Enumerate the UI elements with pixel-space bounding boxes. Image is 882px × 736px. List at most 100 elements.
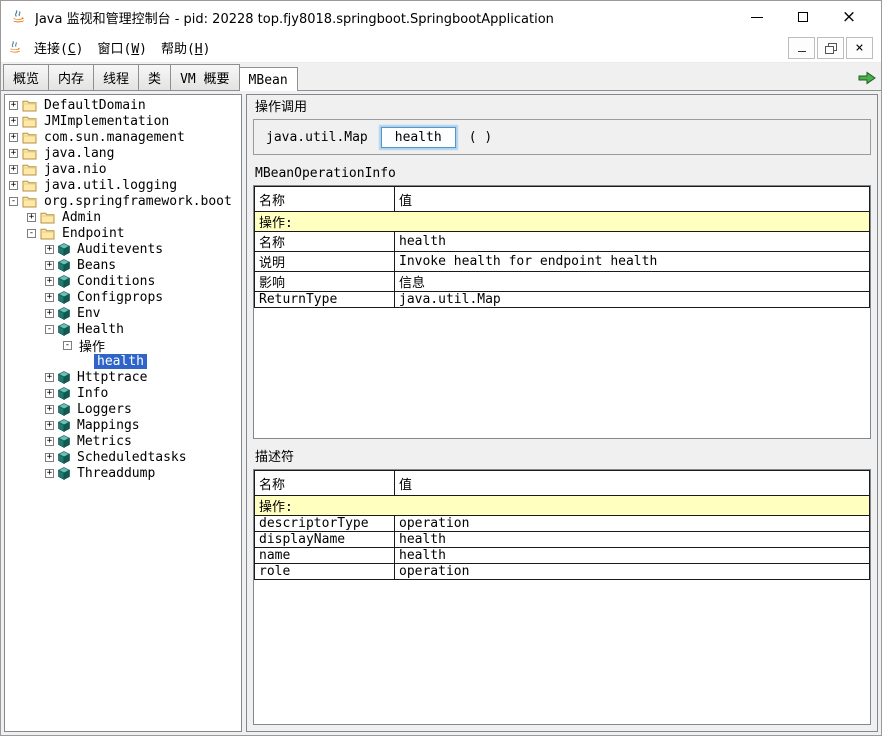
expand-icon[interactable]: + xyxy=(45,389,54,398)
expand-icon[interactable]: + xyxy=(9,133,18,142)
maximize-button[interactable] xyxy=(780,2,826,32)
tree-node-label: java.util.logging xyxy=(41,178,180,193)
attribute-name-cell[interactable]: 影响 xyxy=(255,272,395,292)
expand-icon[interactable]: + xyxy=(9,165,18,174)
tree-node-metrics[interactable]: +Metrics xyxy=(5,433,241,449)
connection-status-icon xyxy=(857,71,877,85)
tab-vm-summary[interactable]: VM 概要 xyxy=(170,64,239,90)
mbean-icon xyxy=(58,307,70,320)
expand-icon[interactable]: + xyxy=(9,117,18,126)
java-icon xyxy=(10,9,27,26)
collapse-icon[interactable]: - xyxy=(63,341,72,350)
tree-node-loggers[interactable]: +Loggers xyxy=(5,401,241,417)
table-row: 说明Invoke health for endpoint health xyxy=(255,252,870,272)
tree-node-jmimplementation[interactable]: +JMImplementation xyxy=(5,113,241,129)
group-row-label[interactable]: 操作: xyxy=(255,496,870,516)
menu-item-window[interactable]: 窗口(W) xyxy=(90,35,153,60)
table-row: descriptorTypeoperation xyxy=(255,516,870,532)
expand-icon[interactable]: + xyxy=(45,373,54,382)
tree-node-auditevents[interactable]: +Auditevents xyxy=(5,241,241,257)
tree-node-scheduledtasks[interactable]: +Scheduledtasks xyxy=(5,449,241,465)
collapse-icon[interactable]: - xyxy=(9,197,18,206)
expand-icon[interactable]: + xyxy=(45,277,54,286)
attribute-name-cell[interactable]: role xyxy=(255,564,395,580)
expand-icon[interactable]: + xyxy=(45,405,54,414)
table-row: namehealth xyxy=(255,548,870,564)
tree-node-org-springframework-boot[interactable]: -org.springframework.boot xyxy=(5,193,241,209)
frame-minimize-button[interactable] xyxy=(788,37,815,59)
close-button[interactable]: × xyxy=(826,2,872,32)
attribute-name-cell[interactable]: 名称 xyxy=(255,232,395,252)
tree-node-health[interactable]: -Health xyxy=(5,321,241,337)
expand-icon[interactable]: + xyxy=(45,245,54,254)
attribute-value-cell[interactable]: operation xyxy=(395,564,870,580)
tree-node-admin[interactable]: +Admin xyxy=(5,209,241,225)
tree-node-mappings[interactable]: +Mappings xyxy=(5,417,241,433)
expand-icon[interactable]: + xyxy=(45,421,54,430)
tree-node-com-sun-management[interactable]: + com.sun.management xyxy=(5,129,241,145)
expand-icon[interactable]: + xyxy=(45,437,54,446)
expand-icon[interactable]: + xyxy=(45,309,54,318)
attribute-name-cell[interactable]: descriptorType xyxy=(255,516,395,532)
expand-icon[interactable]: + xyxy=(27,213,36,222)
menu-items: 连接(C)窗口(W)帮助(H) xyxy=(27,35,217,60)
tree-node-java-nio[interactable]: +java.nio xyxy=(5,161,241,177)
tree-node-env[interactable]: +Env xyxy=(5,305,241,321)
attribute-value-cell[interactable]: 信息 xyxy=(395,272,870,292)
expand-icon[interactable]: + xyxy=(45,469,54,478)
attribute-value-cell[interactable]: health xyxy=(395,532,870,548)
tree-node-java-util-logging[interactable]: + java.util.logging xyxy=(5,177,241,193)
maximize-icon xyxy=(798,12,808,22)
tree-node-endpoint[interactable]: -Endpoint xyxy=(5,225,241,241)
close-icon: × xyxy=(842,9,856,26)
tree-node-configprops[interactable]: +Configprops xyxy=(5,289,241,305)
expand-icon[interactable]: + xyxy=(9,181,18,190)
tree-node-beans[interactable]: + Beans xyxy=(5,257,241,273)
tab-memory[interactable]: 内存 xyxy=(48,64,94,90)
menu-item-help[interactable]: 帮助(H) xyxy=(154,35,217,60)
expand-icon[interactable]: + xyxy=(45,453,54,462)
invoke-health-button[interactable]: health xyxy=(381,127,456,148)
minimize-button[interactable] xyxy=(734,2,780,32)
window-title: Java 监视和管理控制台 - pid: 20228 top.fjy8018.s… xyxy=(35,8,554,27)
frame-close-button[interactable]: × xyxy=(846,37,873,59)
frame-minimize-icon xyxy=(798,51,806,52)
tree-node-conditions[interactable]: +Conditions xyxy=(5,273,241,289)
tree-node-operations[interactable]: -操作 xyxy=(5,337,241,353)
collapse-icon[interactable]: - xyxy=(27,229,36,238)
attribute-value-cell[interactable]: Invoke health for endpoint health xyxy=(395,252,870,272)
attribute-value-cell[interactable]: operation xyxy=(395,516,870,532)
attribute-name-cell[interactable]: ReturnType xyxy=(255,292,395,308)
tree-node-label: com.sun.management xyxy=(41,130,188,145)
tab-mbeans[interactable]: MBean xyxy=(239,67,298,91)
tree-node-java-lang[interactable]: +java.lang xyxy=(5,145,241,161)
tree-node-health-operation[interactable]: health xyxy=(5,353,241,369)
collapse-icon[interactable]: - xyxy=(45,325,54,334)
attribute-value-cell[interactable]: health xyxy=(395,548,870,564)
expand-icon[interactable]: + xyxy=(9,101,18,110)
expand-icon[interactable]: + xyxy=(9,149,18,158)
minimize-icon xyxy=(751,17,763,18)
frame-restore-button[interactable] xyxy=(817,37,844,59)
mbean-icon xyxy=(58,467,70,480)
group-row-label[interactable]: 操作: xyxy=(255,212,870,232)
attribute-value-cell[interactable]: java.util.Map xyxy=(395,292,870,308)
column-header: 值 xyxy=(395,471,870,496)
attribute-name-cell[interactable]: displayName xyxy=(255,532,395,548)
menu-item-connection[interactable]: 连接(C) xyxy=(27,35,90,60)
attribute-name-cell[interactable]: 说明 xyxy=(255,252,395,272)
frame-restore-icon xyxy=(825,43,836,53)
tree-node-httptrace[interactable]: +Httptrace xyxy=(5,369,241,385)
tree-node-defaultdomain[interactable]: +DefaultDomain xyxy=(5,97,241,113)
tree-node-threaddump[interactable]: +Threaddump xyxy=(5,465,241,481)
tab-classes[interactable]: 类 xyxy=(138,64,171,90)
tree-node-label: Beans xyxy=(74,258,119,273)
expand-icon[interactable]: + xyxy=(45,261,54,270)
attribute-value-cell[interactable]: health xyxy=(395,232,870,252)
tab-overview[interactable]: 概览 xyxy=(3,64,49,90)
tree-node-info[interactable]: +Info xyxy=(5,385,241,401)
tab-threads[interactable]: 线程 xyxy=(93,64,139,90)
mbean-icon xyxy=(58,387,70,400)
expand-icon[interactable]: + xyxy=(45,293,54,302)
attribute-name-cell[interactable]: name xyxy=(255,548,395,564)
